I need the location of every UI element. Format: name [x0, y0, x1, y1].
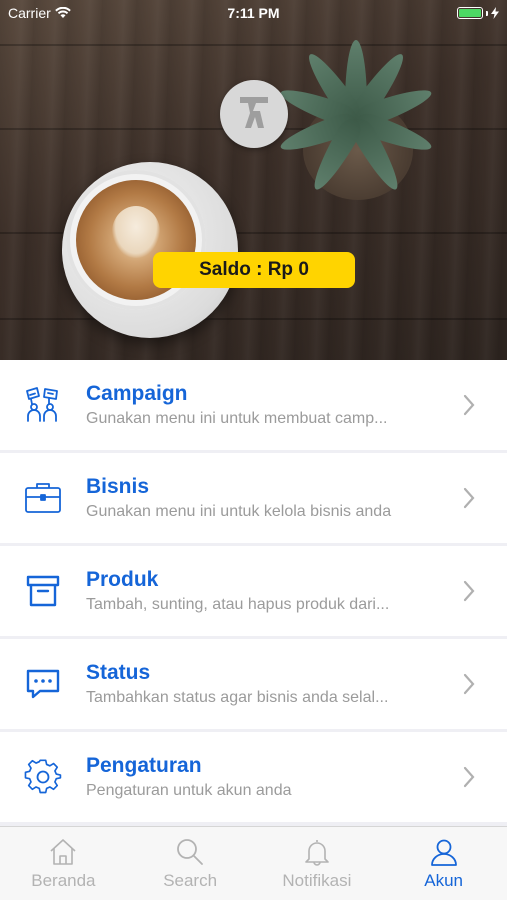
menu-item-title: Status [86, 661, 151, 684]
chevron-right-icon [463, 580, 475, 602]
menu-item-produk[interactable]: Produk Tambah, sunting, atau hapus produ… [0, 546, 507, 636]
profile-avatar[interactable] [220, 80, 288, 148]
menu-item-description: Tambahkan status agar bisnis anda selal.… [86, 689, 389, 706]
tab-label: Notifikasi [282, 871, 352, 890]
chevron-right-icon [463, 766, 475, 788]
menu-item-bisnis[interactable]: Bisnis Gunakan menu ini untuk kelola bis… [0, 453, 507, 543]
menu-item-title: Bisnis [86, 475, 150, 498]
menu-item-title: Pengaturan [86, 754, 202, 777]
gear-icon [0, 758, 86, 796]
briefcase-icon [0, 480, 86, 516]
menu-item-pengaturan[interactable]: Pengaturan Pengaturan untuk akun anda [0, 732, 507, 822]
tab-notifikasi[interactable]: Notifikasi [254, 827, 381, 900]
menu-item-description: Tambah, sunting, atau hapus produk dari.… [86, 596, 390, 613]
wood-grain-line [0, 44, 507, 46]
menu-item-campaign[interactable]: Campaign Gunakan menu ini untuk membuat … [0, 360, 507, 450]
menu-item-status[interactable]: Status Tambahkan status agar bisnis anda… [0, 639, 507, 729]
chevron-right-icon [463, 487, 475, 509]
menu-item-description: Gunakan menu ini untuk kelola bisnis and… [86, 503, 392, 520]
menu-item-description: Gunakan menu ini untuk membuat camp... [86, 410, 388, 427]
user-icon [430, 839, 457, 866]
bell-icon [305, 840, 329, 866]
profile-header-background [0, 0, 507, 360]
battery-indicator [457, 7, 499, 19]
menu-item-title: Produk [86, 568, 159, 591]
tab-label: Akun [424, 871, 463, 890]
clock: 7:11 PM [227, 5, 280, 21]
tab-bar: Beranda Search Notifikasi Akun [0, 826, 507, 900]
tab-label: Beranda [31, 871, 96, 890]
tab-akun[interactable]: Akun [380, 827, 507, 900]
balance-label: Saldo : Rp 0 [199, 259, 309, 280]
tab-search[interactable]: Search [127, 827, 254, 900]
chat-bubble-icon [0, 667, 86, 701]
menu-item-title: Campaign [86, 382, 188, 405]
campaign-megaphone-icon [0, 385, 86, 425]
tab-label: Search [163, 871, 218, 890]
account-menu: Campaign Gunakan menu ini untuk membuat … [0, 360, 507, 825]
search-icon [177, 839, 204, 865]
yellow-pages-walking-fingers-icon [240, 97, 268, 128]
archive-box-icon [0, 574, 86, 608]
chevron-right-icon [463, 673, 475, 695]
balance-badge[interactable]: Saldo : Rp 0 [153, 252, 355, 288]
battery-icon [457, 7, 483, 19]
home-icon [50, 839, 76, 865]
chevron-right-icon [463, 394, 475, 416]
charging-bolt-icon [491, 7, 499, 19]
menu-item-description: Pengaturan untuk akun anda [86, 782, 292, 799]
wood-grain-line [0, 318, 507, 320]
latte-art [112, 206, 160, 258]
status-bar: Carrier 7:11 PM [0, 0, 507, 26]
tab-beranda[interactable]: Beranda [0, 827, 127, 900]
